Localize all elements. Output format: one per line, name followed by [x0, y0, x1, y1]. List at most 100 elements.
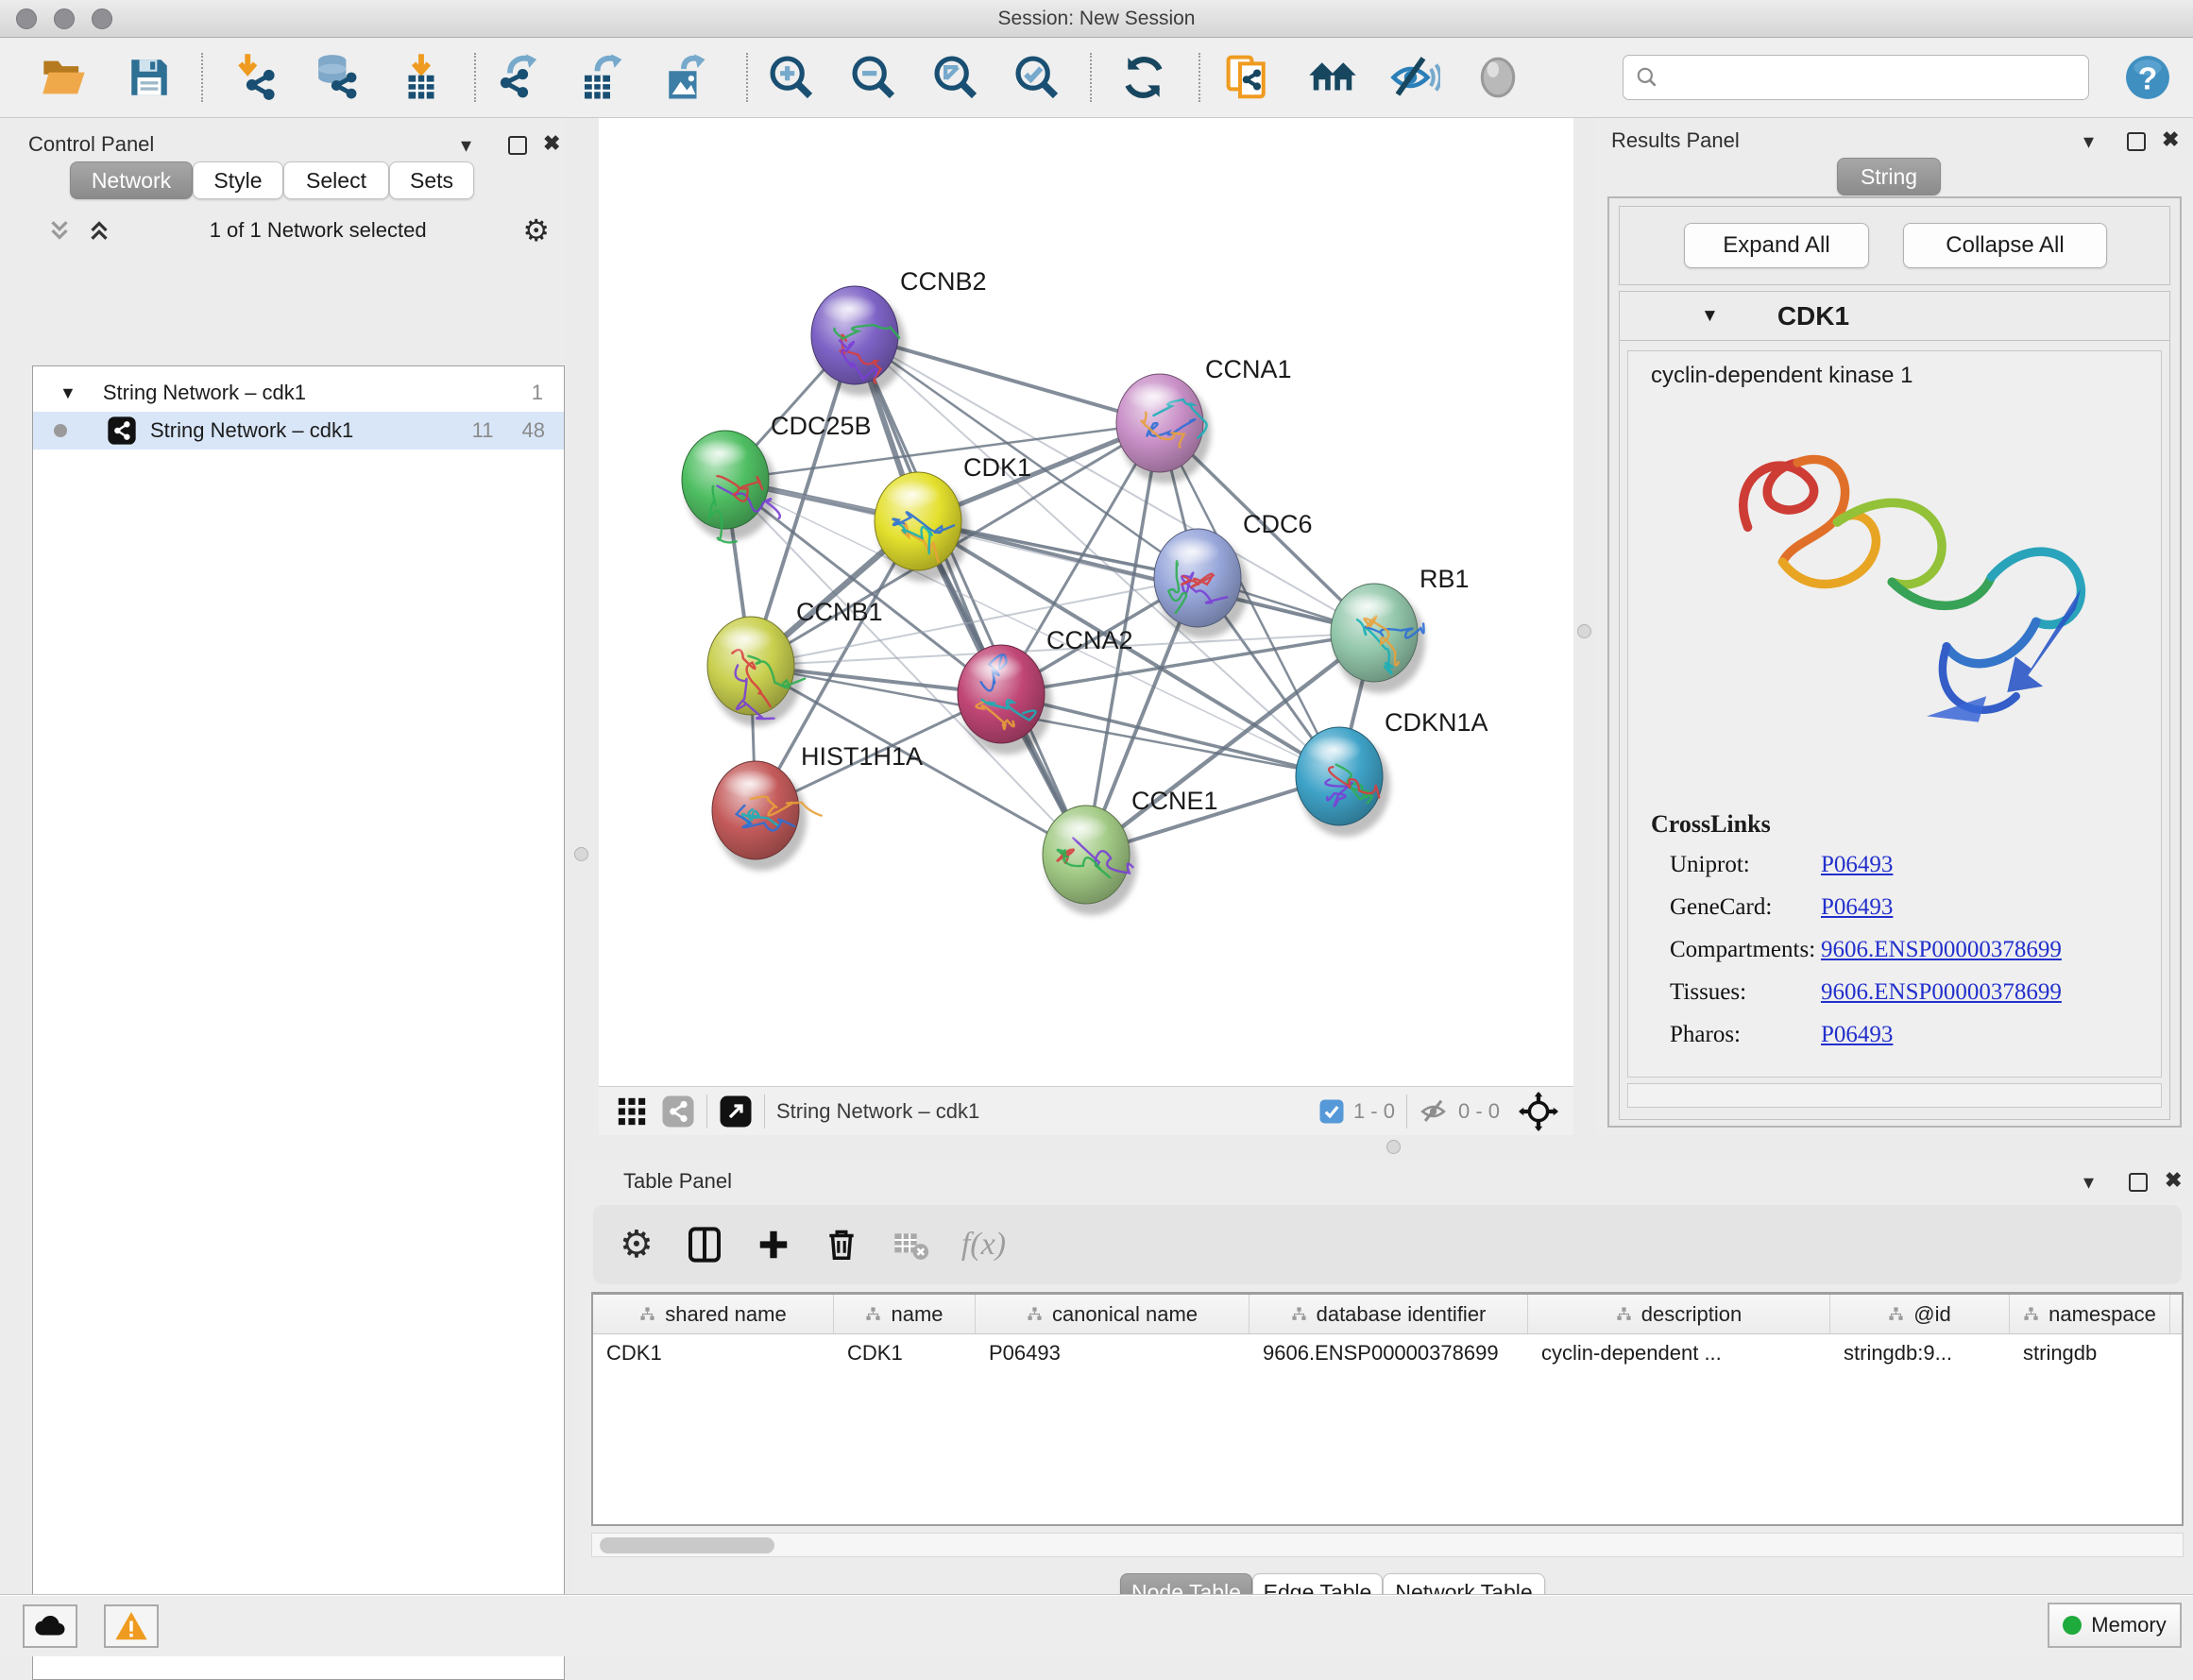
show-all-button[interactable] — [1471, 51, 1524, 104]
right-splitter[interactable] — [1573, 118, 1596, 1135]
network-node-CCNB1[interactable]: CCNB1 — [707, 598, 883, 726]
import-database-button[interactable] — [308, 51, 361, 104]
table-panel-menu-arrow[interactable]: ▾ — [2083, 1170, 2094, 1195]
network-badge-gray-icon[interactable] — [661, 1095, 695, 1128]
selected-checkbox-icon[interactable] — [1318, 1097, 1346, 1126]
crosslink-label: Pharos: — [1670, 1022, 1821, 1048]
tab-sets[interactable]: Sets — [389, 161, 474, 199]
delete-column-trash-icon[interactable] — [824, 1227, 859, 1263]
crosslink-value[interactable]: P06493 — [1821, 894, 2062, 921]
network-canvas[interactable]: CCNB2CCNA1CDC25BCDK1CDC6RB1CCNB1CCNA2CDK… — [599, 118, 1573, 1086]
birdseye-navigator-icon[interactable] — [1519, 1092, 1558, 1131]
warnings-button[interactable] — [104, 1604, 159, 1648]
tab-network[interactable]: Network — [70, 161, 193, 199]
table-cell[interactable]: P06493 — [976, 1334, 1250, 1372]
table-cell[interactable]: CDK1 — [593, 1334, 834, 1372]
collapse-arrow-icon[interactable]: ▼ — [1701, 306, 1719, 327]
network-node-HIST1H1A[interactable]: HIST1H1A — [712, 742, 923, 871]
hide-selected-button[interactable] — [1388, 51, 1441, 104]
hidden-eye-slash-icon[interactable] — [1419, 1095, 1451, 1128]
crosslink-value[interactable]: P06493 — [1821, 1022, 2062, 1048]
column-header[interactable]: canonical name — [976, 1295, 1250, 1333]
column-header[interactable]: shared name — [593, 1295, 834, 1333]
tab-string[interactable]: String — [1837, 158, 1941, 195]
table-settings-gear-icon[interactable]: ⚙ — [620, 1223, 654, 1266]
control-panel-float-button[interactable] — [508, 136, 527, 155]
results-panel: Results Panel ▾ ✖ String Expand All Coll… — [1596, 118, 2193, 1135]
zoom-out-button[interactable] — [847, 51, 900, 104]
help-button[interactable]: ? — [2121, 51, 2174, 104]
network-node-CCNE1[interactable]: CCNE1 — [1043, 787, 1218, 915]
network-edge[interactable] — [855, 335, 1086, 855]
table-panel-float-button[interactable] — [2129, 1173, 2148, 1192]
column-header[interactable]: name — [834, 1295, 976, 1333]
cloud-button[interactable] — [23, 1604, 77, 1648]
zoom-fit-button[interactable] — [929, 51, 982, 104]
collapse-all-icon[interactable] — [45, 216, 74, 245]
control-panel-close-button[interactable]: ✖ — [543, 131, 560, 156]
first-neighbors-button[interactable] — [1306, 51, 1359, 104]
tree-expand-arrow-icon[interactable]: ▼ — [60, 383, 76, 403]
table-cell[interactable]: stringdb:9... — [1830, 1334, 2010, 1372]
open-session-button[interactable] — [38, 51, 91, 104]
crosslink-value[interactable]: 9606.ENSP00000378699 — [1821, 937, 2062, 963]
network-tree: ▼ String Network – cdk1 1 String Network… — [32, 365, 565, 1680]
import-table-button[interactable] — [395, 51, 448, 104]
tab-style[interactable]: Style — [193, 161, 283, 199]
results-panel-menu-arrow[interactable]: ▾ — [2083, 129, 2094, 154]
splitter-handle[interactable] — [1386, 1140, 1401, 1154]
network-from-selection-button[interactable] — [1222, 51, 1275, 104]
table-cell[interactable]: cyclin-dependent ... — [1528, 1334, 1830, 1372]
control-panel: Control Panel ▾ ✖ NetworkStyleSelectSets… — [9, 118, 565, 1594]
table-cell[interactable]: stringdb — [2010, 1334, 2170, 1372]
table-row[interactable]: CDK1CDK1P064939606.ENSP00000378699cyclin… — [593, 1334, 2182, 1372]
crosslink-value[interactable]: P06493 — [1821, 852, 2062, 878]
network-node-CDC6[interactable]: CDC6 — [1154, 510, 1313, 638]
splitter-handle[interactable] — [1577, 624, 1591, 638]
network-tree-root-row[interactable]: ▼ String Network – cdk1 1 — [33, 374, 564, 412]
results-panel-float-button[interactable] — [2127, 132, 2146, 151]
network-node-CDKN1A[interactable]: CDKN1A — [1296, 708, 1488, 837]
horizontal-splitter[interactable] — [574, 1135, 2193, 1160]
export-table-button[interactable] — [575, 51, 628, 104]
export-image-button[interactable] — [657, 51, 710, 104]
column-header[interactable]: namespace — [2010, 1295, 2170, 1333]
save-session-button[interactable] — [123, 51, 176, 104]
network-node-CDC25B[interactable]: CDC25B — [682, 412, 872, 542]
create-column-plus-icon[interactable] — [756, 1227, 791, 1263]
search-input[interactable] — [1667, 65, 2073, 90]
column-header[interactable]: description — [1528, 1295, 1830, 1333]
table-panel-close-button[interactable]: ✖ — [2165, 1168, 2182, 1193]
results-scroll-strip[interactable] — [1627, 1083, 2162, 1108]
result-card-header[interactable]: ▼ CDK1 — [1620, 292, 2169, 341]
column-header[interactable]: database identifier — [1250, 1295, 1528, 1333]
memory-button[interactable]: Memory — [2048, 1603, 2182, 1648]
network-node-RB1[interactable]: RB1 — [1331, 565, 1470, 693]
crosslink-value[interactable]: 9606.ENSP00000378699 — [1821, 979, 2062, 1006]
network-node-CDK1[interactable]: CDK1 — [875, 453, 1031, 582]
zoom-selected-button[interactable] — [1011, 51, 1063, 104]
collapse-all-button[interactable]: Collapse All — [1903, 223, 2107, 268]
show-columns-icon[interactable] — [686, 1226, 723, 1264]
export-network-button[interactable] — [492, 51, 545, 104]
grid-view-icon[interactable] — [616, 1095, 648, 1128]
splitter-handle[interactable] — [574, 847, 588, 861]
protein-structure-image — [1685, 408, 2129, 786]
table-hscrollbar-thumb[interactable] — [600, 1537, 774, 1553]
network-tree-child-row[interactable]: String Network – cdk1 11 48 — [33, 412, 564, 450]
column-header[interactable]: @id — [1830, 1295, 2010, 1333]
table-cell[interactable]: CDK1 — [834, 1334, 976, 1372]
detach-view-icon[interactable] — [719, 1095, 753, 1128]
results-panel-close-button[interactable]: ✖ — [2162, 127, 2179, 152]
control-panel-menu-arrow[interactable]: ▾ — [461, 133, 471, 158]
zoom-in-button[interactable] — [765, 51, 818, 104]
table-cell[interactable]: 9606.ENSP00000378699 — [1250, 1334, 1528, 1372]
expand-all-button[interactable]: Expand All — [1684, 223, 1869, 268]
apply-layout-button[interactable] — [1117, 51, 1170, 104]
table-hscrollbar[interactable] — [591, 1533, 2184, 1557]
network-options-gear-icon[interactable]: ⚙ — [522, 212, 550, 248]
tab-select[interactable]: Select — [283, 161, 389, 199]
import-network-button[interactable] — [228, 51, 280, 104]
app-statusbar: Memory — [0, 1594, 2193, 1656]
expand-all-icon[interactable] — [85, 216, 113, 245]
